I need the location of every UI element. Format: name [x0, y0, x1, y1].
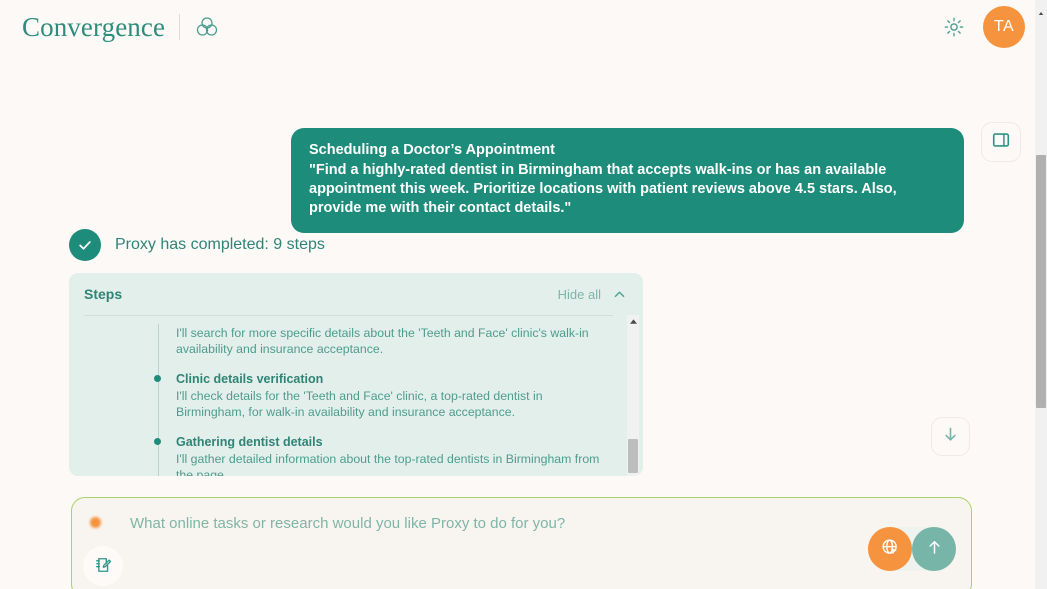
step-description: I'll gather detailed information about t… — [176, 452, 600, 476]
step-rail — [158, 324, 159, 371]
brand-divider — [179, 14, 181, 40]
list-item[interactable]: I'll search for more specific details ab… — [69, 324, 621, 371]
message-composer[interactable] — [71, 497, 972, 589]
scrollbar-up-arrow-icon[interactable] — [628, 317, 638, 326]
scrollbar-thumb[interactable] — [628, 439, 638, 473]
page-scrollbar-thumb[interactable] — [1036, 155, 1046, 408]
step-dot-icon — [154, 438, 161, 445]
app-header: Convergence TA — [0, 0, 1047, 54]
steps-scrollbar[interactable] — [627, 315, 639, 476]
steps-panel-header: Steps Hide all — [69, 273, 643, 315]
notebook-edit-icon — [93, 555, 113, 578]
user-message-bubble: Scheduling a Doctor’s Appointment "Find … — [291, 128, 964, 233]
step-dot-icon — [154, 375, 161, 382]
completion-status: Proxy has completed: 9 steps — [69, 229, 325, 261]
steps-title: Steps — [84, 286, 123, 302]
steps-scroll-area[interactable]: I'll search for more specific details ab… — [69, 315, 643, 476]
composer-actions — [868, 527, 956, 571]
notebook-edit-button[interactable] — [83, 546, 123, 586]
globe-cursor-icon — [880, 537, 901, 561]
steps-panel: Steps Hide all I'll search for more spec… — [69, 273, 643, 476]
arrow-up-icon — [925, 538, 944, 560]
browse-web-button[interactable] — [868, 527, 912, 571]
avatar[interactable]: TA — [983, 6, 1025, 48]
list-item[interactable]: Clinic details verification I'll check d… — [69, 371, 621, 434]
brand[interactable]: Convergence — [22, 11, 220, 42]
triquetra-icon — [194, 14, 220, 40]
step-title: Clinic details verification — [176, 372, 324, 386]
arrow-down-icon — [941, 425, 960, 449]
proxy-status-dot-icon — [90, 517, 101, 528]
send-button[interactable] — [912, 527, 956, 571]
message-title: Scheduling a Doctor’s Appointment — [309, 142, 555, 158]
page-scrollbar[interactable] — [1035, 0, 1047, 589]
chevron-up-icon[interactable] — [612, 287, 627, 302]
list-item[interactable]: Gathering dentist details I'll gather de… — [69, 434, 621, 476]
step-description: I'll search for more specific details ab… — [176, 326, 589, 356]
side-panel-icon — [991, 130, 1011, 155]
status-text: Proxy has completed: 9 steps — [115, 236, 325, 253]
header-actions: TA — [941, 6, 1025, 48]
steps-list: I'll search for more specific details ab… — [69, 316, 621, 476]
brand-name: Convergence — [22, 11, 166, 42]
message-input[interactable] — [130, 515, 930, 532]
hide-all-button[interactable]: Hide all — [558, 287, 601, 302]
scroll-to-bottom-button[interactable] — [931, 417, 970, 456]
page-scrollbar-up-arrow-icon[interactable] — [1038, 3, 1044, 15]
sun-icon[interactable] — [941, 14, 967, 40]
message-body: "Find a highly-rated dentist in Birmingh… — [309, 162, 897, 216]
step-title: Gathering dentist details — [176, 435, 323, 449]
conversation-stage: Scheduling a Doctor’s Appointment "Find … — [0, 54, 1047, 589]
side-panel-toggle-button[interactable] — [981, 122, 1021, 162]
step-description: I'll check details for the 'Teeth and Fa… — [176, 389, 543, 419]
check-icon — [69, 229, 101, 261]
